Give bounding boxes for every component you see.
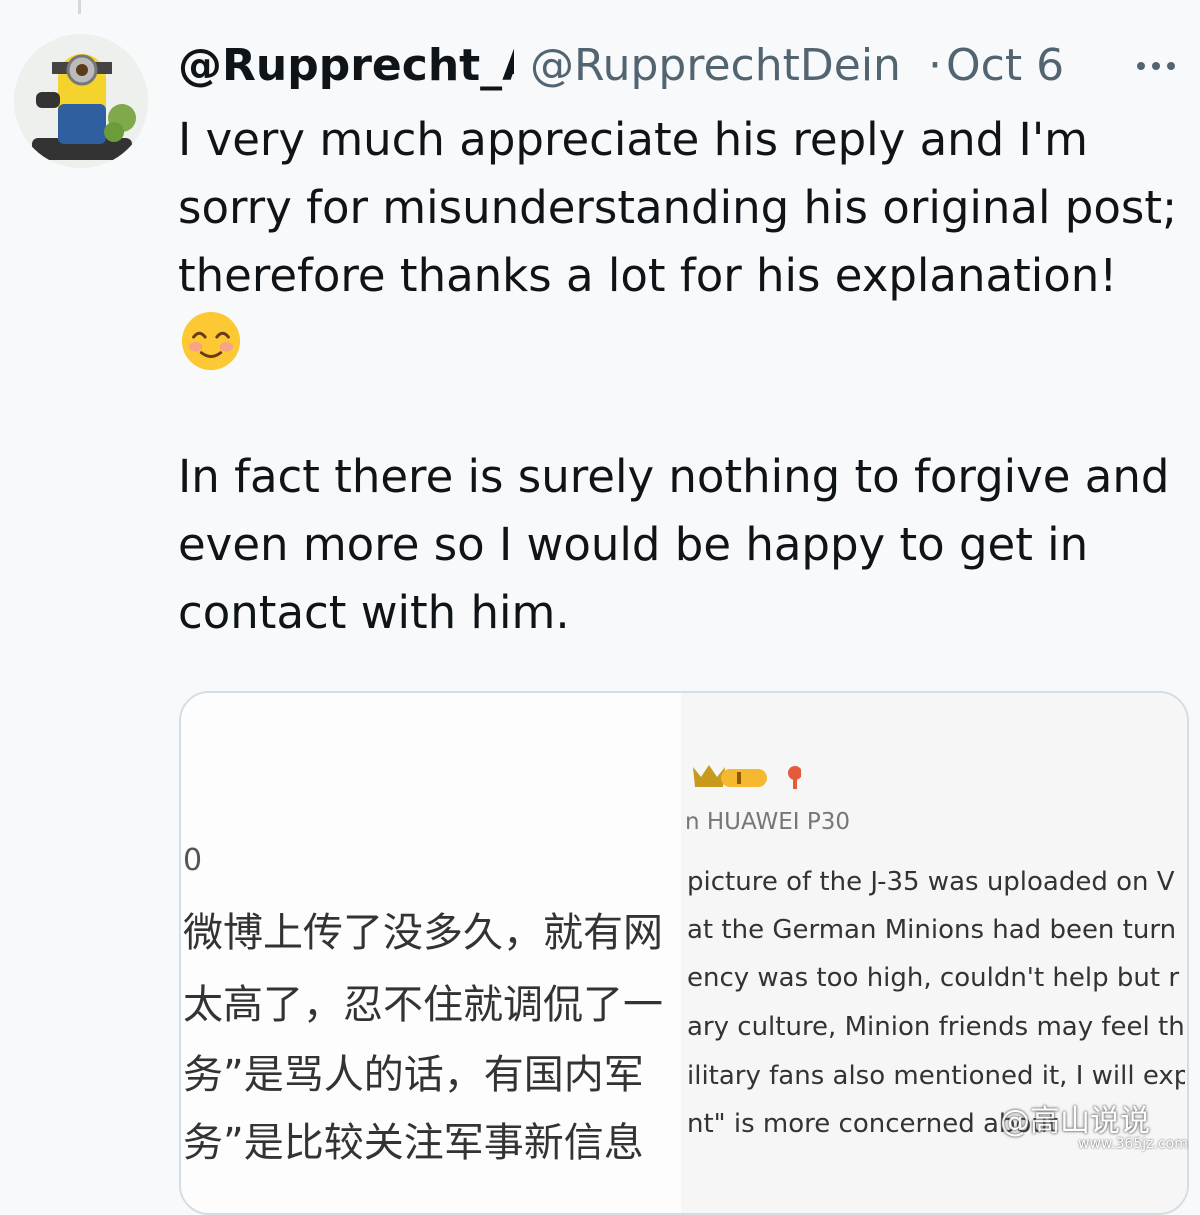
tweet-date[interactable]: Oct 6 bbox=[946, 38, 1064, 94]
tweet-line: contact with him. bbox=[178, 586, 570, 639]
smiling-face-emoji-icon bbox=[181, 311, 241, 371]
crown-badge-icon bbox=[693, 765, 801, 789]
avatar[interactable] bbox=[14, 34, 148, 168]
tweet-line: sorry for misunderstanding his original … bbox=[178, 181, 1178, 234]
chinese-line: 微博上传了没多久，就有网 bbox=[183, 910, 663, 956]
device-label: n HUAWEI P30 bbox=[685, 809, 850, 835]
dot-icon bbox=[1137, 62, 1145, 70]
english-line: ency was too high, couldn't help but r bbox=[687, 963, 1180, 993]
tweet-header: @Rupprecht_A @RupprechtDein · Oct 6 bbox=[178, 38, 1188, 94]
watermark-text: @高山说说 bbox=[1000, 1104, 1150, 1139]
thread-connector-line bbox=[78, 0, 81, 14]
english-line: picture of the J-35 was uploaded on V bbox=[687, 867, 1175, 897]
chinese-screenshot-panel: 0 微博上传了没多久，就有网 太高了，忍不住就调侃了一 务”是骂人的话，有国内军… bbox=[181, 693, 681, 1213]
english-line: ary culture, Minion friends may feel th bbox=[687, 1012, 1185, 1042]
dot-icon bbox=[1167, 62, 1175, 70]
tweet-line: even more so I would be happy to get in bbox=[178, 518, 1089, 571]
tweet-line: I very much appreciate his reply and I'm bbox=[178, 113, 1089, 166]
chinese-line: 务”是比较关注军事新信息 bbox=[183, 1120, 644, 1166]
chinese-line: 太高了，忍不住就调侃了一 bbox=[183, 982, 663, 1028]
english-line: at the German Minions had been turn bbox=[687, 915, 1177, 945]
tweet-line: therefore thanks a lot for his explanati… bbox=[178, 249, 1118, 302]
more-options-icon[interactable] bbox=[1128, 48, 1184, 84]
dot-icon bbox=[1152, 62, 1160, 70]
display-name[interactable]: @Rupprecht_A bbox=[178, 38, 514, 94]
user-handle[interactable]: @RupprechtDein bbox=[530, 38, 928, 94]
minion-figure-image bbox=[14, 34, 148, 168]
separator-dot: · bbox=[928, 40, 942, 91]
chinese-line: 务”是骂人的话，有国内军 bbox=[183, 1052, 644, 1098]
left-digit: 0 bbox=[183, 843, 203, 878]
tweet-line: In fact there is surely nothing to forgi… bbox=[178, 450, 1170, 503]
english-line: ilitary fans also mentioned it, I will e… bbox=[687, 1061, 1185, 1091]
tweet-text: I very much appreciate his reply and I'm… bbox=[178, 106, 1194, 647]
watermark-url: www.365jz.com bbox=[1078, 1136, 1188, 1152]
